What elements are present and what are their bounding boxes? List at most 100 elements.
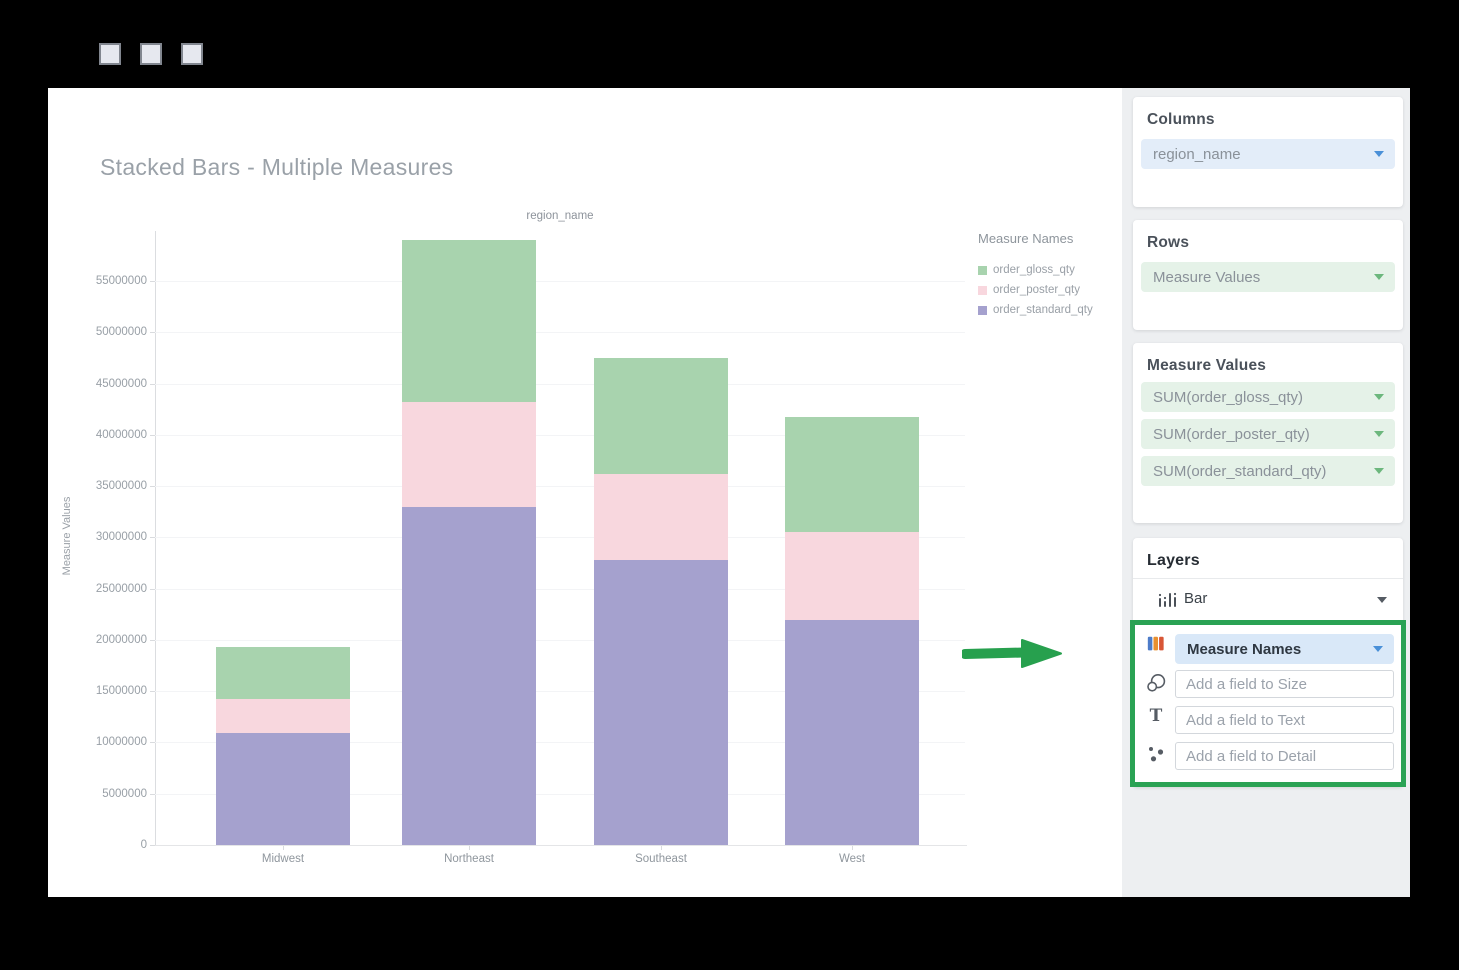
x-axis-tick (469, 846, 470, 850)
y-axis-tick (150, 281, 155, 282)
chart-title: Stacked Bars - Multiple Measures (100, 154, 453, 181)
x-tick-label-northeast: Northeast (402, 853, 536, 865)
y-tick-label: 5000000 (57, 788, 147, 800)
titlebar-square-1[interactable] (99, 43, 121, 65)
layers-header: Layers (1133, 538, 1403, 570)
measure-value-label: SUM(order_standard_qty) (1153, 463, 1326, 480)
y-tick-label: 55000000 (57, 275, 147, 287)
y-tick-label: 10000000 (57, 736, 147, 748)
bar-segment-order_poster_qty-midwest[interactable] (216, 699, 350, 733)
detail-icon (1146, 744, 1166, 764)
bar-chart-icon (1158, 591, 1180, 609)
y-axis-tick (150, 794, 155, 795)
y-tick-label: 45000000 (57, 378, 147, 390)
bar-segment-order_gloss_qty-midwest[interactable] (216, 647, 350, 699)
measure-value-pill[interactable]: SUM(order_standard_qty) (1141, 456, 1395, 486)
chevron-down-icon[interactable] (1374, 274, 1384, 280)
text-icon: T (1146, 706, 1166, 726)
bar-segment-order_poster_qty-northeast[interactable] (402, 402, 536, 507)
color-icon (1146, 634, 1166, 654)
y-axis-tick (150, 537, 155, 538)
titlebar-square-2[interactable] (140, 43, 162, 65)
legend-title: Measure Names (978, 231, 1118, 246)
legend-label: order_poster_qty (993, 284, 1080, 296)
measure-value-label: SUM(order_poster_qty) (1153, 426, 1310, 443)
legend-swatch-icon (978, 306, 987, 315)
columns-field-pill[interactable]: region_name (1141, 139, 1395, 169)
gridline (155, 332, 965, 333)
y-axis-tick (150, 486, 155, 487)
y-tick-label: 25000000 (57, 583, 147, 595)
rows-shelf: Rows Measure Values (1133, 220, 1403, 330)
y-axis-tick (150, 332, 155, 333)
y-tick-label: 35000000 (57, 480, 147, 492)
chevron-down-icon[interactable] (1374, 431, 1384, 437)
columns-shelf: Columns region_name (1133, 97, 1403, 207)
y-axis-tick (150, 384, 155, 385)
bar-segment-order_poster_qty-southeast[interactable] (594, 474, 728, 560)
bar-segment-order_gloss_qty-southeast[interactable] (594, 358, 728, 474)
legend: Measure Names order_gloss_qty order_poste… (978, 231, 1118, 320)
legend-label: order_standard_qty (993, 304, 1093, 316)
y-axis-tick (150, 640, 155, 641)
x-tick-label-west: West (785, 853, 919, 865)
bar-segment-order_standard_qty-midwest[interactable] (216, 733, 350, 845)
x-axis-line (155, 845, 967, 846)
columns-header: Columns (1133, 97, 1403, 129)
sidebar: Columns region_name Rows Measure Values … (1122, 88, 1410, 897)
color-field-pill[interactable]: Measure Names (1175, 634, 1394, 664)
y-axis-tick (150, 742, 155, 743)
color-field-label: Measure Names (1187, 641, 1301, 658)
bar-segment-order_poster_qty-west[interactable] (785, 532, 919, 620)
bar-segment-order_gloss_qty-west[interactable] (785, 417, 919, 532)
layer-type-label: Bar (1184, 590, 1207, 607)
x-tick-label-midwest: Midwest (216, 853, 350, 865)
chevron-down-icon[interactable] (1374, 151, 1384, 157)
legend-item-order_standard_qty[interactable]: order_standard_qty (978, 300, 1118, 320)
legend-swatch-icon (978, 266, 987, 275)
measure-value-pill[interactable]: SUM(order_gloss_qty) (1141, 382, 1395, 412)
text-field-input[interactable] (1175, 706, 1394, 734)
legend-item-order_poster_qty[interactable]: order_poster_qty (978, 280, 1118, 300)
detail-field-input[interactable] (1175, 742, 1394, 770)
chevron-down-icon[interactable] (1374, 468, 1384, 474)
gridline (155, 281, 965, 282)
bar-segment-order_standard_qty-northeast[interactable] (402, 507, 536, 845)
legend-item-order_gloss_qty[interactable]: order_gloss_qty (978, 260, 1118, 280)
column-axis-label: region_name (155, 210, 965, 222)
y-axis-tick (150, 845, 155, 846)
size-icon (1146, 673, 1166, 693)
x-axis-tick (852, 846, 853, 850)
y-axis-tick (150, 691, 155, 692)
bar-segment-order_standard_qty-southeast[interactable] (594, 560, 728, 845)
bar-segment-order_standard_qty-west[interactable] (785, 620, 919, 845)
y-axis-tick (150, 435, 155, 436)
y-tick-label: 40000000 (57, 429, 147, 441)
y-tick-label: 20000000 (57, 634, 147, 646)
columns-field-label: region_name (1153, 146, 1241, 163)
measure-value-pill[interactable]: SUM(order_poster_qty) (1141, 419, 1395, 449)
layer-type-row[interactable]: Bar (1133, 579, 1403, 621)
measure-values-shelf: Measure Values SUM(order_gloss_qty) SUM(o… (1133, 343, 1403, 523)
y-tick-label: 30000000 (57, 531, 147, 543)
gridline (155, 384, 965, 385)
measure-value-label: SUM(order_gloss_qty) (1153, 389, 1303, 406)
size-field-input[interactable] (1175, 670, 1394, 698)
chevron-down-icon[interactable] (1373, 646, 1383, 652)
y-tick-label: 0 (57, 839, 147, 851)
y-tick-label: 50000000 (57, 326, 147, 338)
legend-label: order_gloss_qty (993, 264, 1075, 276)
bar-segment-order_gloss_qty-northeast[interactable] (402, 240, 536, 402)
y-axis-tick (150, 589, 155, 590)
titlebar-square-3[interactable] (181, 43, 203, 65)
measure-values-header: Measure Values (1133, 343, 1403, 375)
rows-header: Rows (1133, 220, 1403, 252)
legend-swatch-icon (978, 286, 987, 295)
rows-field-pill[interactable]: Measure Values (1141, 262, 1395, 292)
plot-area: 0500000010000000150000002000000025000000… (155, 231, 965, 845)
y-tick-label: 15000000 (57, 685, 147, 697)
chevron-down-icon[interactable] (1374, 394, 1384, 400)
rows-field-label: Measure Values (1153, 269, 1260, 286)
chevron-down-icon[interactable] (1377, 597, 1387, 603)
app-window: Stacked Bars - Multiple Measures region_… (48, 88, 1410, 897)
